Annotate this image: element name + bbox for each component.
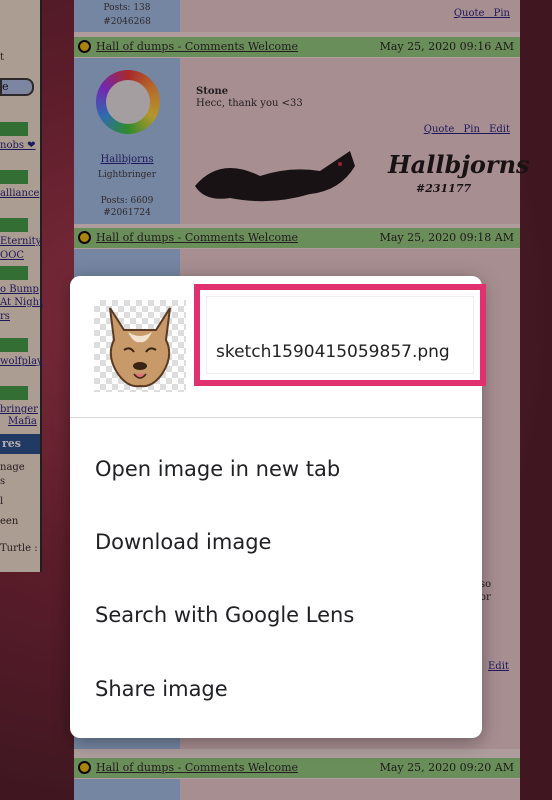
filename-highlight-box: sketch1590415059857.png — [194, 284, 486, 386]
image-filename: sketch1590415059857.png — [216, 342, 450, 362]
open-image-in-new-tab-item[interactable]: Open image in new tab — [70, 434, 482, 504]
search-with-google-lens-item[interactable]: Search with Google Lens — [70, 580, 482, 650]
download-image-item[interactable]: Download image — [70, 507, 482, 577]
dog-head-thumbnail-icon — [109, 307, 171, 388]
menu-divider — [70, 417, 482, 418]
image-context-menu: sketch1590415059857.png Open image in ne… — [70, 276, 486, 738]
image-thumbnail — [94, 300, 186, 392]
share-image-item[interactable]: Share image — [70, 654, 482, 724]
